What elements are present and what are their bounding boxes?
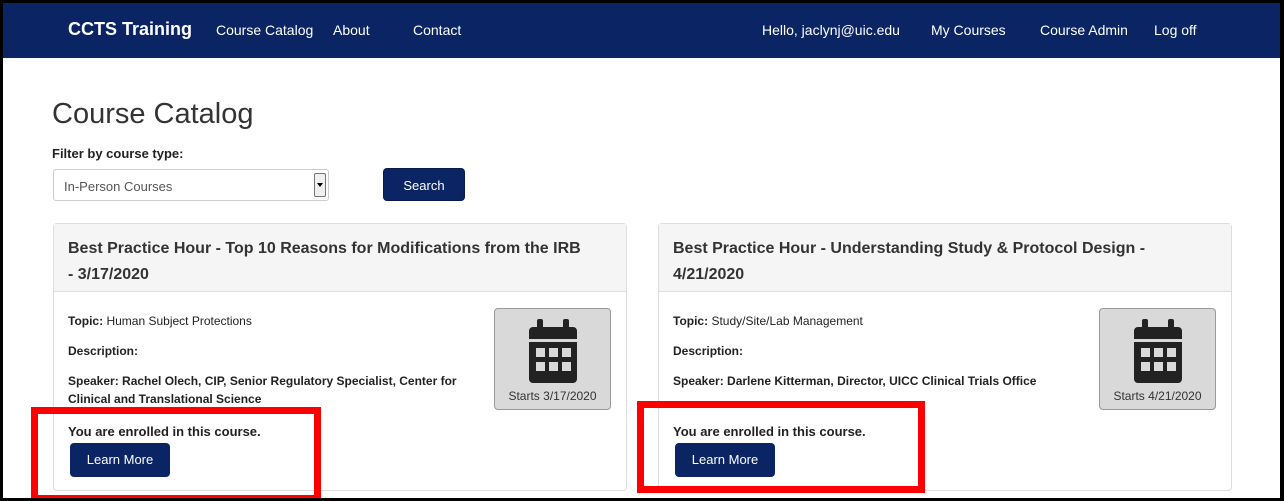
topic-value: Human Subject Protections — [106, 314, 252, 328]
course-title: Best Practice Hour - Top 10 Reasons for … — [68, 240, 581, 283]
course-type-value: In-Person Courses — [64, 179, 173, 194]
card-header: Best Practice Hour - Understanding Study… — [659, 224, 1231, 292]
page-title: Course Catalog — [52, 98, 254, 130]
speaker-text: Speaker: Rachel Olech, CIP, Senior Regul… — [68, 374, 457, 406]
nav-course-catalog[interactable]: Course Catalog — [216, 22, 313, 38]
topic-label: Topic: — [673, 314, 709, 328]
user-greeting[interactable]: Hello, jaclynj@uic.edu — [762, 22, 900, 38]
calendar-icon — [529, 319, 577, 383]
date-badge: Starts 4/21/2020 — [1099, 308, 1216, 410]
topic-row: Topic: Study/Site/Lab Management — [673, 314, 863, 328]
brand-link[interactable]: CCTS Training — [68, 19, 192, 40]
course-type-select[interactable]: In-Person Courses — [53, 169, 329, 201]
highlight-box — [637, 401, 925, 493]
search-button[interactable]: Search — [383, 168, 465, 201]
card-header: Best Practice Hour - Top 10 Reasons for … — [54, 224, 626, 292]
topic-row: Topic: Human Subject Protections — [68, 314, 252, 328]
course-title: Best Practice Hour - Understanding Study… — [673, 240, 1146, 283]
topic-value: Study/Site/Lab Management — [711, 314, 863, 328]
topic-label: Topic: — [68, 314, 104, 328]
chevron-down-icon[interactable] — [314, 173, 326, 197]
nav-log-off[interactable]: Log off — [1154, 22, 1197, 38]
calendar-icon — [1134, 319, 1182, 383]
nav-about[interactable]: About — [333, 22, 370, 38]
highlight-box — [31, 407, 321, 498]
start-date: Starts 4/21/2020 — [1113, 389, 1202, 403]
start-date: Starts 3/17/2020 — [508, 389, 597, 403]
filter-label: Filter by course type: — [52, 146, 184, 161]
speaker-text: Speaker: Darlene Kitterman, Director, UI… — [673, 374, 1037, 388]
description-label: Description: — [68, 344, 139, 358]
nav-my-courses[interactable]: My Courses — [931, 22, 1006, 38]
nav-contact[interactable]: Contact — [413, 22, 461, 38]
description-label: Description: — [673, 344, 744, 358]
navbar: CCTS Training Course Catalog About Conta… — [3, 3, 1280, 58]
page-frame: CCTS Training Course Catalog About Conta… — [3, 3, 1280, 498]
nav-course-admin[interactable]: Course Admin — [1040, 22, 1128, 38]
date-badge: Starts 3/17/2020 — [494, 308, 611, 410]
